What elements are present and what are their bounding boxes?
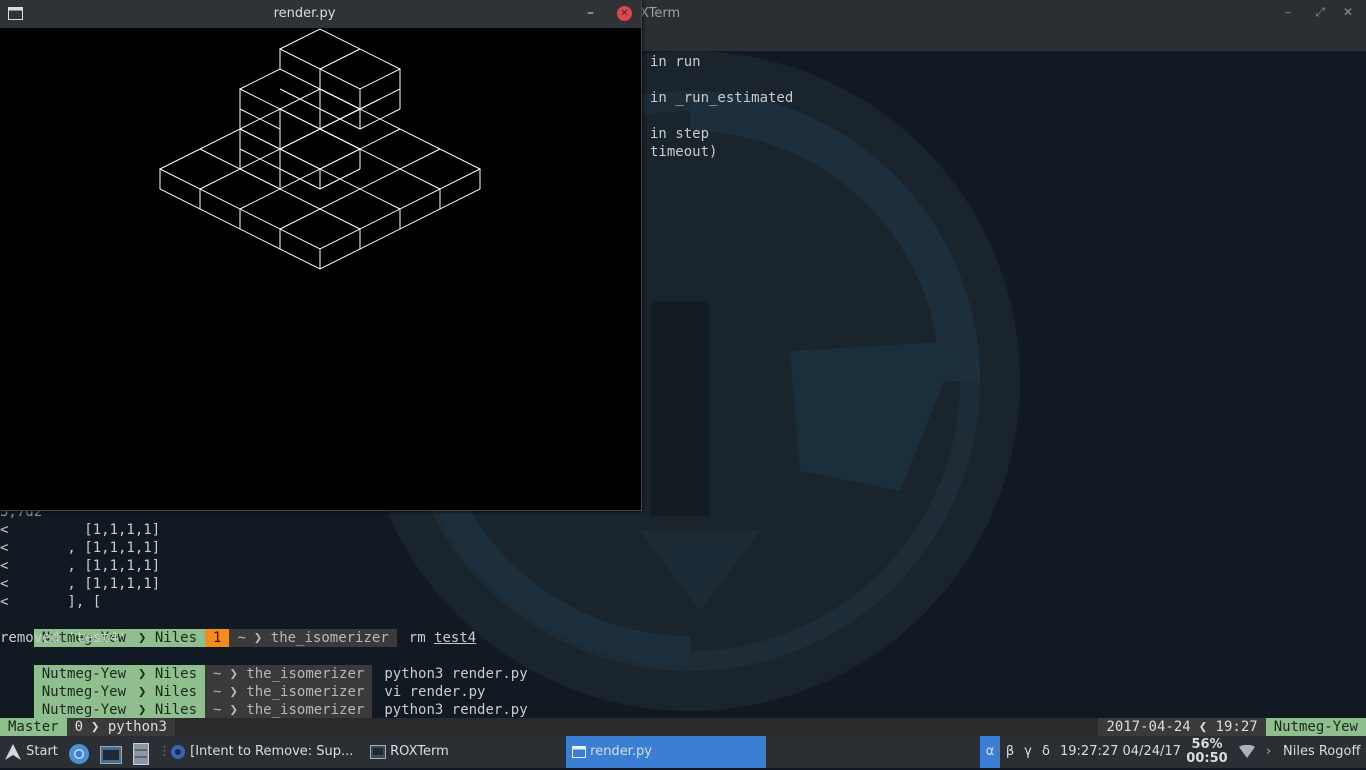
clock[interactable]: 19:27:27 04/24/17 bbox=[1060, 736, 1181, 768]
task-roxterm[interactable]: ROXTerm bbox=[370, 736, 560, 768]
prompt-sep-icon: ❯ bbox=[138, 630, 155, 646]
task-chrome-window[interactable]: [Intent to Remove: Sup... bbox=[170, 736, 360, 768]
task-label: ROXTerm bbox=[390, 744, 449, 759]
close-icon[interactable]: ✕ bbox=[617, 6, 632, 21]
output-line: timeout) bbox=[650, 144, 718, 160]
workspace-alpha[interactable]: α bbox=[980, 736, 1000, 768]
shell-prompt: Nutmeg-Yew ❯ Niles 1 ~ ❯ the_isomerizer rm te… bbox=[0, 611, 476, 647]
render-titlebar[interactable]: render.py – ✕ bbox=[0, 0, 641, 28]
output-line: in run bbox=[650, 54, 701, 70]
shell-prompt: Nutmeg-Yew ❯ Niles ~ ❯ the_isomerizer python… bbox=[0, 683, 528, 719]
window-icon bbox=[572, 745, 586, 758]
file-manager-launcher[interactable] bbox=[133, 736, 153, 768]
minimize-icon[interactable]: – bbox=[587, 5, 594, 21]
diff-line: < , [1,1,1,1] bbox=[0, 576, 161, 592]
workspace-delta[interactable]: δ bbox=[1037, 736, 1055, 768]
prompt-user: Niles bbox=[154, 702, 198, 718]
restore-icon[interactable]: ⤢ bbox=[1313, 5, 1327, 19]
tmux-window-index[interactable]: 0 bbox=[66, 718, 92, 736]
tmux-time-block: ❮ 19:27 bbox=[1198, 718, 1266, 736]
workspace-beta[interactable]: β bbox=[1001, 736, 1019, 768]
task-render-window[interactable]: render.py bbox=[566, 736, 766, 768]
prompt-user: Niles bbox=[154, 630, 198, 646]
tmux-date: 2017-04-24 bbox=[1098, 718, 1199, 736]
chevron-right-icon: › bbox=[1266, 744, 1272, 759]
prompt-dir: the_isomerizer bbox=[246, 702, 365, 718]
wifi-applet[interactable] bbox=[1238, 736, 1258, 768]
prompt-sep-icon: ❯ bbox=[138, 702, 155, 718]
file-cabinet-icon bbox=[133, 743, 149, 765]
prompt-command-arg: test4 bbox=[434, 630, 477, 646]
start-button[interactable]: Start bbox=[4, 736, 64, 768]
prompt-dir-block: ❯ the_isomerizer bbox=[229, 701, 373, 719]
diff-line: < ], [ bbox=[0, 594, 102, 610]
diff-line: < [1,1,1,1] bbox=[0, 522, 161, 538]
prompt-dir-block: ❯ the_isomerizer bbox=[253, 629, 397, 647]
chrome-launcher[interactable] bbox=[68, 736, 92, 768]
prompt-home: ~ bbox=[205, 701, 230, 719]
workspace-gamma[interactable]: γ bbox=[1019, 736, 1037, 768]
prompt-dir: the_isomerizer bbox=[270, 630, 389, 646]
battery-percent: 56% bbox=[1191, 737, 1223, 752]
prompt-sep-icon: ❯ bbox=[253, 630, 271, 646]
prompt-command: python3 render.py bbox=[384, 702, 528, 718]
prompt-host: Nutmeg-Yew bbox=[33, 701, 135, 719]
task-label: render.py bbox=[590, 744, 652, 759]
prompt-user-block: ❯ Niles bbox=[134, 701, 206, 719]
user-menu[interactable]: Niles Rogoff bbox=[1283, 736, 1360, 768]
chrome-icon bbox=[171, 744, 185, 759]
prompt-user-block: ❯ Niles bbox=[134, 629, 206, 647]
terminal-icon bbox=[100, 746, 122, 764]
tmux-right-status: 2017-04-24 ❮ 19:27 Nutmeg-Yew bbox=[1098, 718, 1366, 736]
prompt-sep-icon: ❯ bbox=[91, 719, 108, 735]
prompt-sep-icon: ❯ bbox=[229, 702, 247, 718]
diff-line: < , [1,1,1,1] bbox=[0, 558, 161, 574]
isometric-cubes-drawing bbox=[158, 28, 482, 270]
isometric-render-canvas bbox=[158, 28, 482, 270]
terminal-icon bbox=[370, 744, 386, 759]
prompt-sep-icon: ❮ bbox=[1198, 719, 1216, 735]
minimize-icon[interactable]: – bbox=[1281, 5, 1295, 19]
render-window-title: render.py bbox=[273, 6, 336, 21]
tmux-session: Master bbox=[0, 718, 67, 736]
output-line: in step bbox=[650, 126, 710, 142]
taskbar: Start ⋮ [Intent to Remove: Sup... ROXTer… bbox=[0, 736, 1366, 768]
wifi-icon bbox=[1239, 744, 1255, 758]
roxterm-title: XTerm bbox=[640, 6, 681, 21]
output-line: removed 'test4' bbox=[0, 630, 127, 646]
prompt-status: 1 bbox=[205, 629, 230, 647]
tmux-status-bar: Master 0 ❯ python3 2017-04-24 ❮ 19:27 Nutmeg… bbox=[0, 718, 1366, 736]
close-icon[interactable]: ✕ bbox=[1341, 5, 1355, 19]
tmux-window-block[interactable]: ❯ python3 bbox=[91, 718, 175, 736]
battery-indicator[interactable]: 56% 00:50 bbox=[1186, 736, 1228, 770]
output-line: in _run_estimated bbox=[650, 90, 794, 106]
chrome-icon bbox=[69, 744, 89, 764]
shell-prompt: Nutmeg-Yew ❯ Niles ~ ❯ the_isomerizer vi ren… bbox=[0, 665, 486, 701]
shell-prompt: Nutmeg-Yew ❯ Niles ~ ❯ the_isomerizer python… bbox=[0, 647, 528, 683]
tmux-host: Nutmeg-Yew bbox=[1265, 718, 1366, 736]
start-label: Start bbox=[26, 744, 58, 759]
diff-line: < , [1,1,1,1] bbox=[0, 540, 161, 556]
arch-logo-icon bbox=[5, 743, 21, 760]
render-window[interactable]: render.py – ✕ bbox=[0, 0, 642, 511]
terminal-launcher[interactable] bbox=[100, 736, 124, 768]
battery-time: 00:50 bbox=[1186, 751, 1228, 766]
tmux-time: 19:27 bbox=[1215, 719, 1258, 735]
task-label: [Intent to Remove: Sup... bbox=[190, 744, 354, 759]
tmux-window-name: python3 bbox=[107, 719, 167, 735]
prompt-home: ~ bbox=[229, 629, 254, 647]
prompt-command: rm bbox=[408, 630, 435, 646]
